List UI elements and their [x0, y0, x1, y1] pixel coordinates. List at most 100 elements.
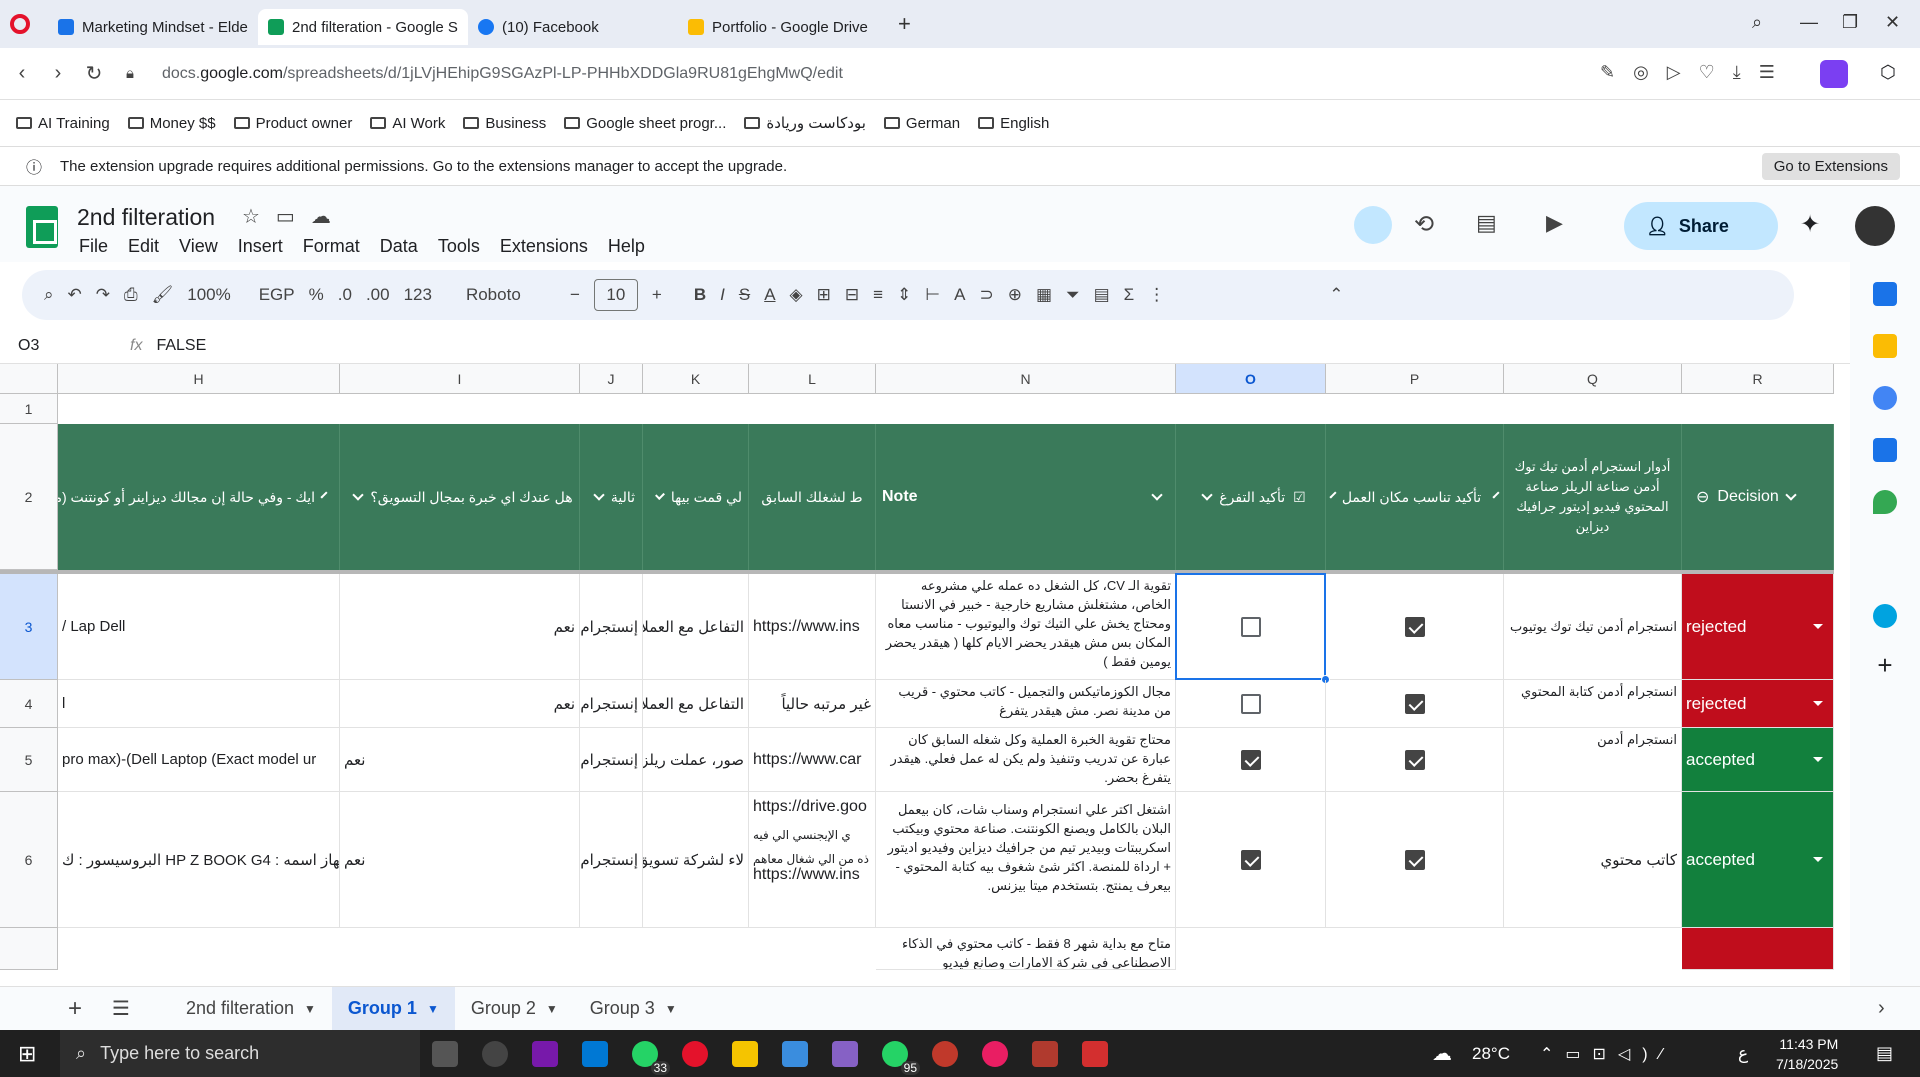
header-l[interactable]: ط لشغلك السابق: [749, 424, 876, 570]
cell-h4[interactable]: l: [58, 680, 340, 728]
cell-j6[interactable]: إنستجرام,: [580, 792, 643, 928]
cell-o5[interactable]: [1176, 728, 1326, 792]
gmail-icon[interactable]: [1082, 1040, 1108, 1067]
print-icon[interactable]: ⎙: [124, 285, 138, 305]
header-k[interactable]: لي قمت بيها: [643, 424, 749, 570]
bold-icon[interactable]: B: [694, 285, 706, 305]
header-i[interactable]: هل عندك اي خبرة بمجال التسويق؟: [340, 424, 580, 570]
menu-file[interactable]: File: [79, 236, 108, 257]
cell-n3[interactable]: تقوية الـ CV، كل الشغل ده عمله علي مشروع…: [876, 574, 1176, 680]
cell-r6[interactable]: accepted: [1682, 792, 1834, 928]
percent-format-button[interactable]: %: [309, 285, 324, 305]
onenote-icon[interactable]: [532, 1040, 558, 1067]
minimize-icon[interactable]: —: [1800, 12, 1818, 33]
increase-decimal-button[interactable]: .00: [366, 285, 390, 305]
row-header-4[interactable]: 4: [0, 680, 58, 728]
select-all-corner[interactable]: [0, 364, 58, 394]
decrease-decimal-button[interactable]: .0: [338, 285, 352, 305]
column-header-l[interactable]: L: [749, 364, 876, 394]
caret-down-icon[interactable]: ▼: [546, 1002, 558, 1016]
bookmark-podcast[interactable]: بودكاست وريادة: [744, 114, 866, 132]
cell-h6[interactable]: الجهاز اسمه : HP Z BOOK G4 البروسيسور : …: [58, 792, 340, 928]
cell-o6[interactable]: [1176, 792, 1326, 928]
share-button[interactable]: 👤︎ Share: [1624, 202, 1778, 250]
checkbox-checked[interactable]: [1404, 849, 1425, 870]
maps-icon[interactable]: [1873, 490, 1897, 514]
cell-k5[interactable]: صور، عملت ريلز: [643, 728, 749, 792]
checkbox-checked[interactable]: [1404, 693, 1425, 714]
menu-data[interactable]: Data: [380, 236, 418, 257]
cell-i3[interactable]: نعم: [340, 574, 580, 680]
column-header-o[interactable]: O: [1176, 364, 1326, 394]
history-icon[interactable]: ⟲: [1414, 210, 1434, 239]
browser-tab-sheets[interactable]: 2nd filteration - Google Sh: [258, 9, 468, 45]
font-size-input[interactable]: 10: [593, 279, 638, 311]
cell-i4[interactable]: نعم: [340, 680, 580, 728]
column-header-k[interactable]: K: [643, 364, 749, 394]
comment-icon[interactable]: ⊕: [1008, 285, 1022, 305]
search-menus-icon[interactable]: ⌕: [44, 285, 54, 305]
cell-p3[interactable]: [1326, 574, 1504, 680]
header-h[interactable]: ايك - وفي حالة إن مجالك ديزاينر أو كونتن…: [58, 424, 340, 570]
url-field[interactable]: docs.google.com/spreadsheets/d/1jLVjHEhi…: [162, 65, 843, 83]
browser-tab-drive[interactable]: Portfolio - Google Drive: [678, 9, 888, 45]
cell-h5[interactable]: pro max)-(Dell Laptop (Exact model ur: [58, 728, 340, 792]
opera-icon[interactable]: [682, 1040, 708, 1067]
back-icon[interactable]: ‹: [4, 62, 40, 85]
borders-icon[interactable]: ⊞: [817, 285, 831, 305]
sheet-tab-group-1[interactable]: Group 1 ▼: [331, 986, 455, 1031]
cell-l5[interactable]: https://www.car: [749, 728, 876, 792]
column-header-j[interactable]: J: [580, 364, 643, 394]
column-header-n[interactable]: N: [876, 364, 1176, 394]
caret-down-icon[interactable]: ▼: [427, 1002, 439, 1016]
star-move-cloud-icons[interactable]: ☆▭☁: [242, 204, 347, 229]
clock[interactable]: 11:43 PM 7/18/2025: [1776, 1034, 1838, 1074]
app-icon[interactable]: [782, 1040, 808, 1067]
currency-format-button[interactable]: EGP: [259, 285, 295, 305]
filter-icon[interactable]: ⏷: [1066, 285, 1080, 305]
cell-l6-link1[interactable]: https://drive.goo: [753, 798, 867, 816]
header-n[interactable]: Note: [876, 424, 1176, 570]
caret-down-icon[interactable]: ▼: [304, 1002, 316, 1016]
close-icon[interactable]: ✕: [1885, 12, 1900, 33]
cell-i5[interactable]: نعم: [340, 728, 580, 792]
cell-l4[interactable]: غير مرتبه حالياً: [749, 680, 876, 728]
cell-o4[interactable]: [1176, 680, 1326, 728]
go-to-extensions-button[interactable]: Go to Extensions: [1761, 153, 1900, 180]
fill-color-icon[interactable]: ◈: [790, 285, 803, 305]
filter-views-icon[interactable]: ▤: [1094, 285, 1110, 305]
weather-icon[interactable]: ☁: [1432, 1041, 1452, 1066]
addon-icon[interactable]: [1873, 604, 1897, 628]
column-header-h[interactable]: H: [58, 364, 340, 394]
cell-j5[interactable]: إنستجرام,: [580, 728, 643, 792]
slack-icon[interactable]: [982, 1040, 1008, 1067]
checkbox-checked[interactable]: [1240, 749, 1261, 770]
bookmark-german[interactable]: German: [883, 115, 960, 132]
lock-icon[interactable]: 🔒︎: [112, 65, 148, 82]
row-header-6[interactable]: 6: [0, 792, 58, 928]
menu-edit[interactable]: Edit: [128, 236, 159, 257]
increase-font-icon[interactable]: +: [652, 285, 662, 305]
column-header-q[interactable]: Q: [1504, 364, 1682, 394]
header-o[interactable]: ☑ تأكيد التفرغ: [1176, 424, 1326, 570]
zoom-select[interactable]: 100%: [187, 285, 230, 305]
cell-r5[interactable]: accepted: [1682, 728, 1834, 792]
chart-icon[interactable]: ▦: [1036, 285, 1052, 305]
text-wrap-icon[interactable]: ⊢: [925, 285, 940, 305]
strikethrough-icon[interactable]: S: [739, 285, 750, 305]
notifications-icon[interactable]: ▤: [1876, 1043, 1893, 1064]
merge-cells-icon[interactable]: ⊟: [845, 285, 859, 305]
cell-q3[interactable]: انستجرام أدمن تيك توك يوتيوب: [1504, 574, 1682, 680]
menu-format[interactable]: Format: [303, 236, 360, 257]
cell-h3[interactable]: Lap Dell /: [58, 574, 340, 680]
text-rotation-icon[interactable]: A: [954, 285, 965, 305]
cell-k6[interactable]: لاء لشركة تسويق: [643, 792, 749, 928]
cell-n4[interactable]: مجال الكوزماتيكس والتجميل - كاتب محتوي -…: [876, 680, 1176, 728]
system-tray-icons[interactable]: ⌃▭⊡◁)⁄: [1540, 1044, 1674, 1064]
cell-l6[interactable]: https://drive.goo ي الإيجنسي الي فيه ذه …: [749, 792, 876, 928]
more-formats-button[interactable]: 123: [404, 285, 432, 305]
all-sheets-icon[interactable]: ☰: [112, 996, 130, 1021]
explore-arrow-icon[interactable]: ›: [1878, 997, 1885, 1020]
functions-icon[interactable]: Σ: [1124, 285, 1135, 305]
cell-l3[interactable]: https://www.ins: [749, 574, 876, 680]
